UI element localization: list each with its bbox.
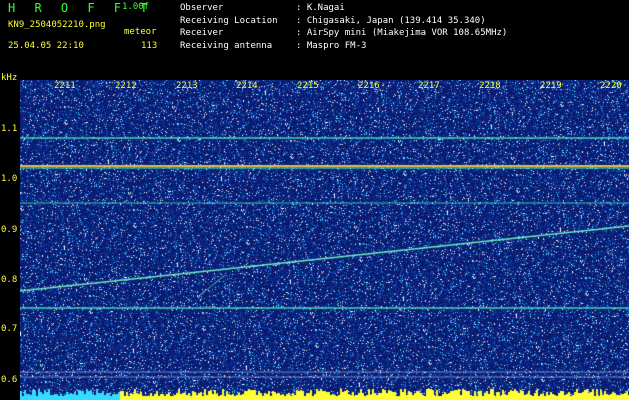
x-tick-label: 2215	[297, 81, 319, 91]
x-tick-label: 2219	[540, 81, 562, 91]
info-label-antenna: Receiving antenna	[180, 40, 273, 51]
x-tick-label: 2213	[176, 81, 198, 91]
x-tick-label: 2214	[236, 81, 258, 91]
x-tick-label: 2211	[54, 81, 76, 91]
info-value-observer: : K.Nagai	[296, 3, 345, 13]
info-value-receiver: : AirSpy mini (Miakejima VOR 108.65MHz)	[296, 28, 508, 38]
x-tick-label: 2220	[600, 81, 622, 91]
spectrogram	[20, 80, 629, 400]
version-label: 1.00f	[122, 2, 150, 12]
meteor-count: 113	[141, 41, 158, 51]
meteor-label: meteor	[124, 27, 157, 37]
x-tick-label: 2216	[358, 81, 380, 91]
y-tick-label: 0.8	[1, 275, 18, 285]
info-label-location: Receiving Location	[180, 15, 278, 26]
info-label-receiver: Receiver	[180, 28, 224, 38]
info-labels: Observer Receiving Location Receiver Rec…	[180, 2, 278, 52]
y-tick-label: 0.9	[1, 225, 18, 235]
datetime-label: 25.04.05 22:10	[8, 41, 84, 51]
x-tick-label: 2212	[115, 81, 137, 91]
y-tick-label: 1.0	[1, 174, 18, 184]
filename-label: KN9_2504052210.png	[8, 20, 106, 30]
y-tick-label: 0.6	[1, 375, 18, 385]
y-unit-label: kHz	[1, 73, 18, 83]
x-tick-label: 2217	[418, 81, 440, 91]
x-tick-label: 2218	[479, 81, 501, 91]
info-label-observer: Observer	[180, 3, 224, 13]
y-tick-label: 0.7	[1, 324, 18, 334]
y-tick-label: 1.1	[1, 124, 18, 134]
info-value-location: : Chigasaki, Japan (139.414 35.340)	[296, 15, 486, 26]
info-values: : K.Nagai : Chigasaki, Japan (139.414 35…	[296, 2, 507, 52]
info-value-antenna: : Maspro FM-3	[296, 40, 367, 51]
